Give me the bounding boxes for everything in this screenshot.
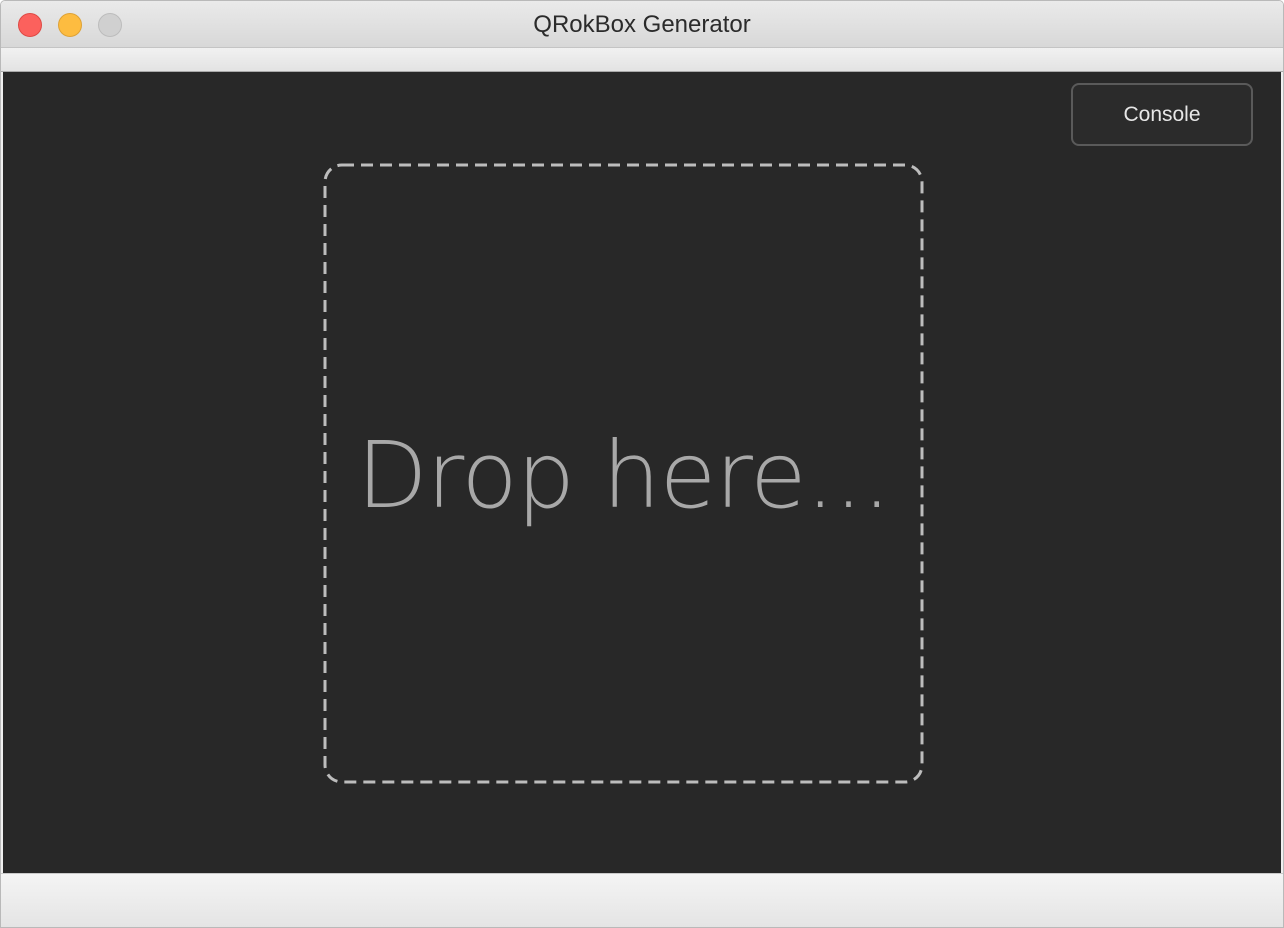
console-button[interactable]: Console bbox=[1071, 83, 1253, 146]
drop-zone-label: Drop here... bbox=[356, 422, 892, 529]
app-window: QRokBox Generator Console Drop here... bbox=[0, 0, 1284, 928]
toolbar-strip bbox=[1, 48, 1283, 72]
main-content: Console Drop here... bbox=[3, 72, 1281, 873]
status-bar bbox=[1, 873, 1283, 927]
window-title: QRokBox Generator bbox=[533, 11, 751, 38]
drop-zone[interactable]: Drop here... bbox=[323, 163, 924, 784]
title-bar[interactable]: QRokBox Generator bbox=[1, 1, 1283, 48]
